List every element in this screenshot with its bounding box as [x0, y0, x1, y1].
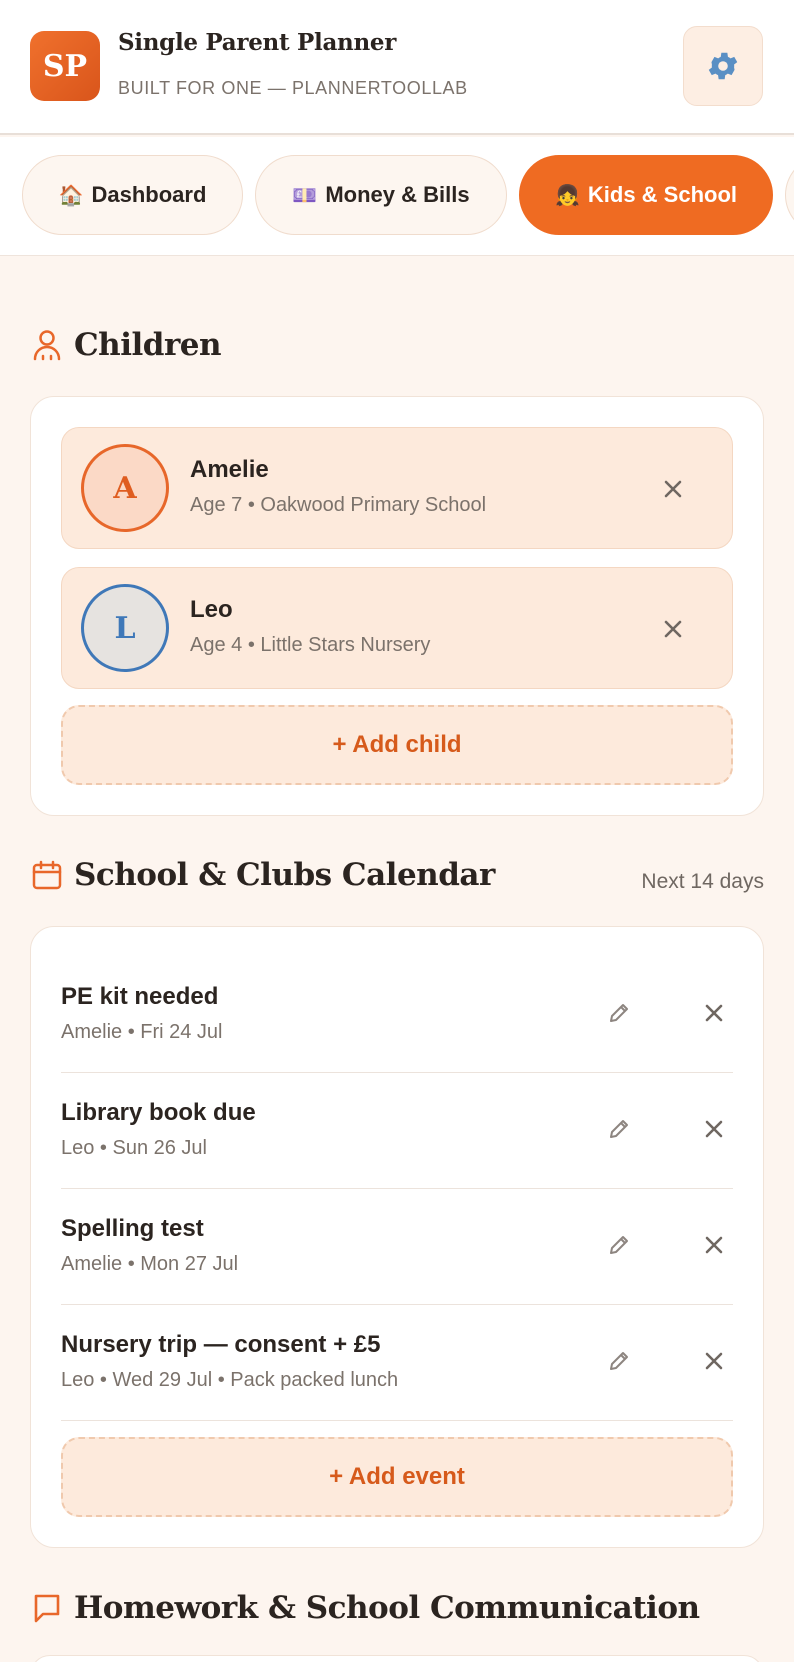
- tab-kids-school[interactable]: 👧 Kids & School: [519, 155, 773, 235]
- tab-bar: 🏠 Dashboard 💷 Money & Bills 👧 Kids & Sch…: [0, 137, 794, 256]
- section-title: Children: [74, 327, 222, 363]
- close-icon: [664, 620, 682, 638]
- event-title: Spelling test: [61, 1215, 204, 1242]
- child-detail: Age 7 • Oakwood Primary School: [190, 494, 487, 516]
- pencil-icon: [610, 1120, 628, 1138]
- list-item[interactable]: Spelling test Amelie • Mon 27 Jul: [61, 1189, 733, 1305]
- child-card[interactable]: L Leo Age 4 • Little Stars Nursery: [61, 567, 733, 689]
- homework-section-header: Homework & School Communication: [30, 1588, 700, 1628]
- event-detail: Amelie • Mon 27 Jul: [61, 1253, 239, 1275]
- calendar-card: PE kit needed Amelie • Fri 24 Jul Librar…: [30, 926, 764, 1548]
- avatar: A: [81, 444, 169, 532]
- child-name: Leo: [190, 596, 233, 623]
- section-title: School & Clubs Calendar: [74, 857, 495, 893]
- event-title: Nursery trip — consent + £5: [61, 1331, 381, 1358]
- event-detail: Leo • Sun 26 Jul: [61, 1137, 207, 1159]
- pencil-icon: [610, 1004, 628, 1022]
- child-detail: Age 4 • Little Stars Nursery: [190, 634, 431, 656]
- message-icon: [30, 1591, 64, 1625]
- tab-next[interactable]: [785, 155, 794, 235]
- section-title: Homework & School Communication: [74, 1590, 700, 1626]
- children-card: A Amelie Age 7 • Oakwood Primary School …: [30, 396, 764, 816]
- event-title: Library book due: [61, 1099, 256, 1126]
- close-icon: [705, 1236, 723, 1254]
- calendar-section-header: School & Clubs Calendar: [30, 855, 495, 895]
- calendar-icon: [30, 858, 64, 892]
- delete-event-button[interactable]: [696, 995, 732, 1031]
- event-detail: Amelie • Fri 24 Jul: [61, 1021, 223, 1043]
- app-title: Single Parent Planner: [118, 29, 397, 56]
- homework-card: [30, 1655, 764, 1662]
- remove-child-button[interactable]: [655, 471, 691, 507]
- list-item[interactable]: Nursery trip — consent + £5 Leo • Wed 29…: [61, 1305, 733, 1421]
- edit-event-button[interactable]: [601, 1227, 637, 1263]
- delete-event-button[interactable]: [696, 1343, 732, 1379]
- settings-button[interactable]: [683, 26, 763, 106]
- tab-label: Kids & School: [587, 182, 738, 207]
- close-icon: [705, 1352, 723, 1370]
- list-item[interactable]: PE kit needed Amelie • Fri 24 Jul: [61, 957, 733, 1073]
- app-header: SP Single Parent Planner BUILT FOR ONE —…: [0, 0, 794, 135]
- pencil-icon: [610, 1352, 628, 1370]
- house-icon: 🏠: [58, 184, 84, 207]
- person-icon: [30, 328, 64, 362]
- gear-icon: [708, 52, 738, 80]
- close-icon: [705, 1004, 723, 1022]
- edit-event-button[interactable]: [601, 1343, 637, 1379]
- children-section-header: Children: [30, 325, 222, 365]
- app-subtitle: BUILT FOR ONE — PLANNERTOOLLAB: [118, 78, 468, 98]
- child-icon: 👧: [554, 184, 580, 207]
- tab-dashboard[interactable]: 🏠 Dashboard: [22, 155, 243, 235]
- child-name: Amelie: [190, 456, 269, 483]
- money-icon: 💷: [292, 184, 318, 207]
- delete-event-button[interactable]: [696, 1227, 732, 1263]
- tab-money-bills[interactable]: 💷 Money & Bills: [255, 155, 507, 235]
- add-child-button[interactable]: + Add child: [61, 705, 733, 785]
- avatar: L: [81, 584, 169, 672]
- edit-event-button[interactable]: [601, 995, 637, 1031]
- close-icon: [664, 480, 682, 498]
- event-detail: Leo • Wed 29 Jul • Pack packed lunch: [61, 1369, 399, 1391]
- delete-event-button[interactable]: [696, 1111, 732, 1147]
- close-icon: [705, 1120, 723, 1138]
- edit-event-button[interactable]: [601, 1111, 637, 1147]
- child-card[interactable]: A Amelie Age 7 • Oakwood Primary School: [61, 427, 733, 549]
- calendar-range-label: Next 14 days: [641, 870, 764, 893]
- tab-label: Dashboard: [91, 182, 207, 207]
- list-item[interactable]: Library book due Leo • Sun 26 Jul: [61, 1073, 733, 1189]
- add-event-button[interactable]: + Add event: [61, 1437, 733, 1517]
- pencil-icon: [610, 1236, 628, 1254]
- event-title: PE kit needed: [61, 983, 219, 1010]
- tab-label: Money & Bills: [325, 182, 470, 207]
- remove-child-button[interactable]: [655, 611, 691, 647]
- app-logo: SP: [30, 31, 100, 101]
